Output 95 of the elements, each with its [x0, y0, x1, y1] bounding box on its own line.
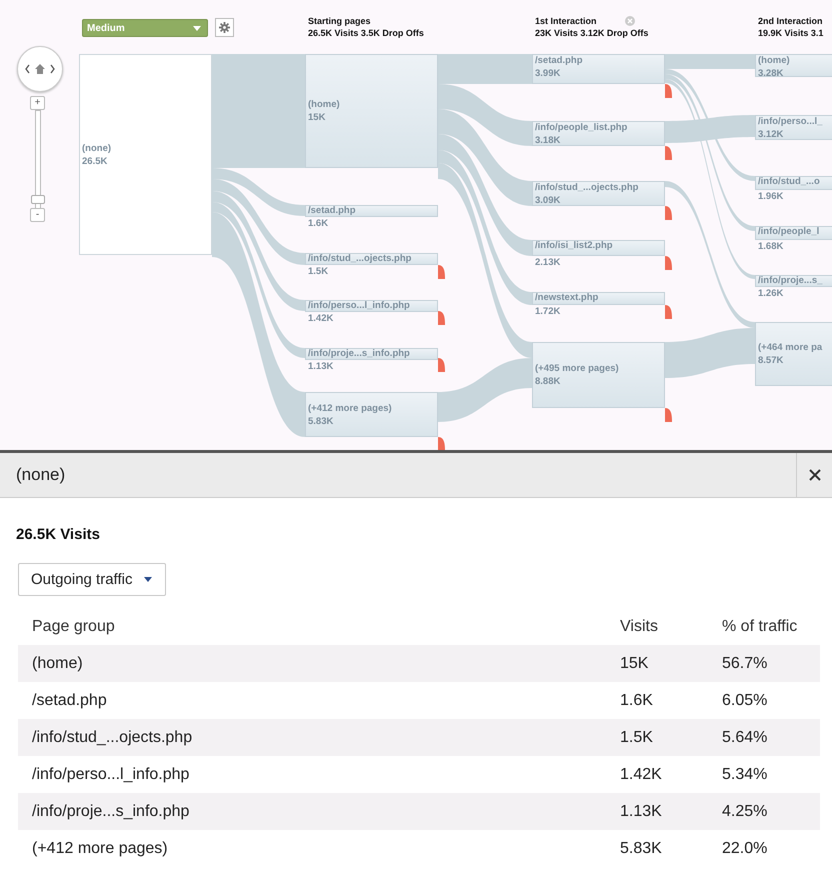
node-value: 5.83K: [308, 416, 334, 428]
zoom-slider-thumb[interactable]: [31, 195, 45, 204]
node-value: 1.13K: [308, 361, 334, 373]
table-cell-text: /info/perso...l_info.php: [31, 766, 190, 784]
visits-summary: 26.5K Visits: [16, 526, 101, 543]
column-title: 1st Interaction: [535, 16, 597, 26]
node-label: /info/perso...l_: [758, 116, 822, 128]
page-node[interactable]: /newstext.php: [532, 292, 665, 305]
node-value: 8.88K: [535, 376, 560, 388]
node-label: (none): [82, 142, 112, 154]
table-cell-text: 22.0%: [721, 840, 768, 858]
node-value: 1.42K: [308, 313, 334, 325]
table-cell-text: (home): [31, 654, 84, 672]
zoom-in-button[interactable]: +: [30, 96, 45, 110]
column-summary: 19.9K Visits 3.1: [758, 28, 824, 38]
node-value: 1.26K: [758, 288, 784, 300]
node-value: 3.12K: [758, 129, 784, 141]
column-summary: 23K Visits 3.12K Drop Offs: [535, 28, 648, 38]
page-node[interactable]: /info/proje...s_: [755, 275, 832, 287]
node-value: 1.68K: [758, 241, 784, 253]
table-cell-text: /info/stud_...ojects.php: [31, 728, 194, 746]
page-node[interactable]: (+412 more pages) 5.83K: [305, 392, 438, 437]
node-label: /info/proje...s_: [758, 275, 822, 287]
node-label: /info/people_l: [758, 226, 820, 238]
node-label: (+464 more pa: [758, 342, 822, 354]
node-value: 8.57K: [758, 355, 784, 367]
table-row[interactable]: /info/stud_...ojects.php 1.5K 5.64%: [18, 719, 820, 756]
node-label: /info/stud_...ojects.php: [308, 253, 412, 265]
gear-icon: [219, 22, 230, 33]
node-value: 1.96K: [758, 191, 784, 203]
table-row[interactable]: (home) 15K 56.7%: [18, 645, 820, 682]
page-node[interactable]: /info/perso...l_ 3.12K: [755, 115, 832, 140]
panel-title: (none): [16, 465, 66, 485]
settings-button[interactable]: [215, 18, 234, 37]
table-cell-text: 4.25%: [721, 802, 768, 820]
node-value: 1.6K: [308, 218, 328, 230]
node-label: /info/stud_...o: [758, 176, 820, 188]
node-label: (home): [308, 99, 340, 111]
node-label: (+495 more pages): [535, 363, 619, 375]
node-label: (+412 more pages): [308, 402, 392, 414]
page-node[interactable]: /info/stud_...ojects.php: [305, 253, 438, 265]
close-icon: [808, 469, 820, 481]
node-label: /info/people_list.php: [535, 122, 628, 134]
table-cell-text: /info/proje...s_info.php: [31, 802, 190, 820]
page-node[interactable]: /info/stud_...ojects.php 3.09K: [532, 181, 665, 206]
page-node[interactable]: /setad.php 3.99K: [532, 54, 665, 84]
node-label: /info/stud_...ojects.php: [535, 182, 638, 194]
column-header: Visits: [619, 618, 659, 636]
table-cell-text: 6.05%: [721, 692, 768, 710]
node-value: 1.72K: [535, 306, 560, 318]
page-node[interactable]: (+495 more pages) 8.88K: [532, 342, 665, 408]
segment-dropdown[interactable]: Medium: [82, 19, 208, 37]
table-cell-text: 5.34%: [721, 766, 768, 784]
node-value: 3.99K: [535, 68, 560, 80]
home-nav-icon: [25, 63, 55, 75]
table-cell-text: 1.5K: [619, 728, 654, 746]
node-value: 3.28K: [758, 68, 784, 80]
pan-control[interactable]: [17, 46, 63, 92]
node-label: /newstext.php: [535, 292, 598, 304]
table-cell-text: 1.42K: [619, 766, 663, 784]
page-node[interactable]: (home) 3.28K: [755, 54, 832, 77]
page-node[interactable]: (home) 15K: [305, 54, 438, 168]
table-cell-text: 5.83K: [619, 840, 663, 858]
table-cell-text: 5.64%: [721, 728, 768, 746]
node-value: 26.5K: [82, 156, 108, 168]
page-node[interactable]: /info/people_l: [755, 226, 832, 240]
page-node[interactable]: (none) 26.5K: [79, 54, 212, 255]
node-value: 3.18K: [535, 135, 560, 147]
traffic-dropdown[interactable]: Outgoing traffic: [18, 563, 166, 596]
node-label: /setad.php: [308, 205, 356, 217]
page-node[interactable]: /info/stud_...o: [755, 176, 832, 190]
page-node[interactable]: /setad.php: [305, 205, 438, 217]
page-node[interactable]: /info/people_list.php 3.18K: [532, 121, 665, 146]
column-title: 2nd Interaction: [758, 16, 823, 26]
node-label: (home): [758, 55, 790, 67]
table-cell-text: (+412 more pages): [31, 840, 169, 858]
caret-icon: [193, 26, 201, 30]
node-value: 2.13K: [535, 257, 560, 269]
node-value: 1.5K: [308, 266, 328, 278]
node-label: /setad.php: [535, 55, 583, 67]
node-value: 15K: [308, 112, 326, 124]
table-cell-text: 1.13K: [619, 802, 663, 820]
table-cell-text: 56.7%: [721, 654, 768, 672]
caret-icon: [144, 577, 152, 582]
page-node[interactable]: (+464 more pa 8.57K: [755, 322, 832, 386]
table-cell-text: /setad.php: [31, 692, 108, 710]
column-summary: 26.5K Visits 3.5K Drop Offs: [308, 28, 424, 38]
zoom-out-button[interactable]: -: [30, 208, 45, 222]
table-row[interactable]: /info/proje...s_info.php 1.13K 4.25%: [18, 793, 820, 830]
column-title: Starting pages: [308, 16, 371, 26]
column-header: % of traffic: [721, 618, 798, 636]
table-cell-text: 1.6K: [619, 692, 654, 710]
node-value: 3.09K: [535, 195, 560, 207]
table-cell-text: 15K: [619, 654, 650, 672]
column-header: Page group: [31, 618, 116, 636]
